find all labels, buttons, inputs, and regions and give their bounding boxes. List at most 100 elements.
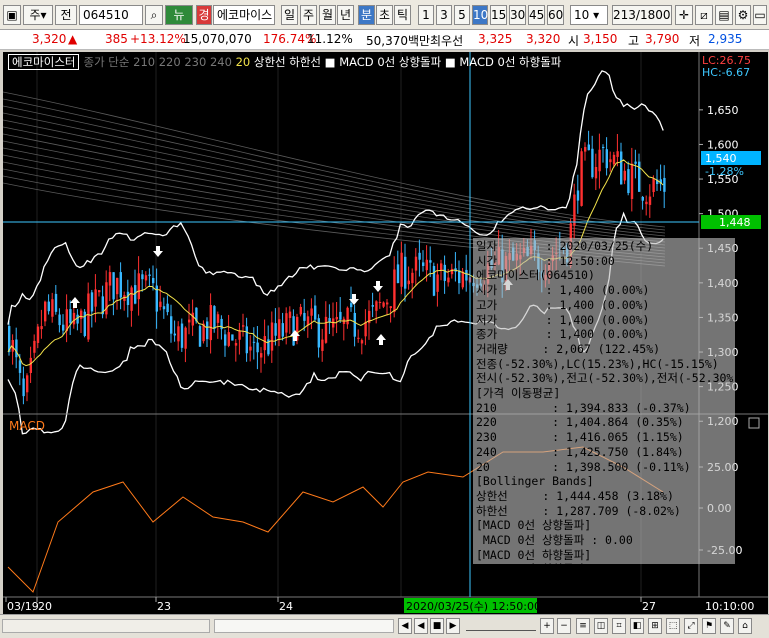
hc-label: HC:-6.67 bbox=[702, 66, 750, 79]
minute-tab[interactable]: 10 bbox=[472, 5, 488, 25]
tooltip-line: [MACD 0선 상향돌파] bbox=[476, 518, 592, 533]
tool-icon-9[interactable]: ✎ bbox=[720, 618, 734, 634]
candle-body bbox=[620, 151, 623, 185]
best-quote-label: 최우선 bbox=[430, 34, 464, 48]
candle-body bbox=[51, 299, 54, 317]
scroll-thumb[interactable] bbox=[214, 619, 394, 633]
candle-body bbox=[371, 305, 374, 307]
tool-icon-1[interactable]: ≡ bbox=[576, 618, 590, 634]
upper-band-label: 상한선 bbox=[253, 55, 286, 69]
zoom-in-icon[interactable]: + bbox=[540, 618, 554, 634]
chart-area[interactable]: 1,6501,6001,5501,5001,4501,4001,3501,300… bbox=[3, 52, 768, 614]
zoom-slider[interactable] bbox=[466, 621, 536, 631]
quote-bar: 3,320 ▲ 385 +13.12% 15,070,070 176.74% 1… bbox=[0, 30, 769, 50]
current-price: 3,320 bbox=[32, 32, 67, 46]
sell-arrow-icon bbox=[373, 281, 383, 292]
candle-body bbox=[360, 340, 364, 344]
candle-body bbox=[224, 334, 227, 346]
candle-body bbox=[288, 311, 292, 318]
candle-body bbox=[285, 313, 288, 333]
company-name-field[interactable]: 에코마이스 bbox=[213, 5, 275, 25]
change-amount: 385 bbox=[105, 32, 128, 46]
period-tab[interactable]: 일 bbox=[281, 5, 298, 25]
candle-body bbox=[303, 312, 306, 321]
period-tab[interactable]: 월 bbox=[319, 5, 336, 25]
first-page-icon[interactable]: ◀ bbox=[398, 618, 412, 634]
stock-name-label[interactable]: 에코마이스터 bbox=[8, 54, 80, 70]
minute-tab[interactable]: 30 bbox=[509, 5, 526, 25]
tool-icon-10[interactable]: ⌂ bbox=[738, 618, 752, 634]
range-field[interactable]: 213/1800 bbox=[612, 5, 672, 25]
tool-icon-8[interactable]: ⚑ bbox=[702, 618, 716, 634]
candle-body bbox=[148, 274, 151, 276]
best-ask: 3,325 bbox=[478, 32, 513, 46]
candle-body bbox=[76, 314, 79, 324]
candle-body bbox=[638, 161, 641, 192]
minute-tab[interactable]: 15 bbox=[490, 5, 507, 25]
candle-body bbox=[227, 332, 230, 346]
pattern-icon[interactable]: ⧄ bbox=[695, 5, 713, 25]
zoom-out-icon[interactable]: − bbox=[557, 618, 571, 634]
time-label: 10:10:00 bbox=[705, 600, 754, 613]
macd-title: MACD bbox=[9, 419, 45, 433]
period-tab[interactable]: 틱 bbox=[394, 5, 411, 25]
candle-body bbox=[209, 305, 212, 341]
candle-body bbox=[249, 346, 252, 351]
minute-tab[interactable]: 45 bbox=[528, 5, 545, 25]
minute-tab[interactable]: 5 bbox=[454, 5, 470, 25]
period-tab[interactable]: 초 bbox=[376, 5, 393, 25]
tooltip-line: 20 : 1,398.500 (-0.11%) bbox=[476, 459, 691, 474]
tool-icon-5[interactable]: ⊞ bbox=[648, 618, 662, 634]
candle-body bbox=[411, 272, 414, 284]
range-value: 213 bbox=[613, 8, 636, 22]
tool-icon-6[interactable]: ⬚ bbox=[666, 618, 680, 634]
gear-icon[interactable]: ⚙ bbox=[735, 5, 751, 25]
window-icon[interactable]: ▭ bbox=[753, 5, 767, 25]
candle-body bbox=[198, 326, 202, 347]
tooltip-line: 210 : 1,394.833 (-0.37%) bbox=[476, 400, 691, 415]
scroll-track[interactable] bbox=[2, 619, 210, 633]
tooltip-line: 시간 : 12:50:00 bbox=[476, 253, 615, 268]
prev-icon[interactable]: ◀ bbox=[414, 618, 428, 634]
tool-icon-3[interactable]: ⌗ bbox=[612, 618, 626, 634]
macd-panel-toggle[interactable] bbox=[748, 417, 760, 429]
candle-body bbox=[44, 301, 47, 322]
market-select[interactable]: 주▾ bbox=[23, 5, 53, 25]
candle-body bbox=[400, 252, 403, 287]
crosshair-icon[interactable]: ✛ bbox=[675, 5, 693, 25]
minute-tab[interactable]: 60 bbox=[547, 5, 564, 25]
tool-icon-4[interactable]: ◧ bbox=[630, 618, 644, 634]
minute-tab[interactable]: 1 bbox=[418, 5, 434, 25]
ma20-label: 20 bbox=[235, 55, 251, 69]
save-icon[interactable]: ▤ bbox=[715, 5, 733, 25]
period-tab[interactable]: 주 bbox=[300, 5, 317, 25]
news-button[interactable]: 뉴 bbox=[165, 5, 193, 25]
candle-body bbox=[378, 301, 382, 303]
tool-icon-2[interactable]: ◫ bbox=[594, 618, 608, 634]
candle-body bbox=[375, 301, 378, 311]
layout-icon[interactable]: ▣ bbox=[3, 5, 21, 25]
interval-select[interactable]: 10 ▾ bbox=[570, 5, 608, 25]
tooltip-line: 일자 : 2020/03/25(수) bbox=[476, 239, 654, 253]
candle-body bbox=[58, 314, 61, 326]
candle-body bbox=[126, 291, 130, 306]
search-icon[interactable]: ⌕ bbox=[145, 5, 163, 25]
candle-body bbox=[69, 309, 72, 324]
period-tab[interactable]: 분 bbox=[358, 5, 375, 25]
company-badge: 경 bbox=[196, 5, 212, 25]
best-bid: 3,320 bbox=[526, 32, 561, 46]
stock-code-input[interactable]: 064510 bbox=[79, 5, 143, 25]
kind-button[interactable]: 전 bbox=[55, 5, 77, 25]
candle-body bbox=[432, 266, 436, 296]
stop-icon[interactable]: ■ bbox=[430, 618, 444, 634]
minute-tab[interactable]: 3 bbox=[436, 5, 452, 25]
period-tab[interactable]: 년 bbox=[337, 5, 354, 25]
next-icon[interactable]: ▶ bbox=[446, 618, 460, 634]
candle-body bbox=[130, 287, 133, 311]
signal-arrows bbox=[70, 246, 513, 345]
candle-body bbox=[573, 194, 576, 226]
tool-icon-7[interactable]: ⤢ bbox=[684, 618, 698, 634]
candle-body bbox=[36, 326, 40, 343]
candle-body bbox=[641, 196, 644, 201]
candle-body bbox=[281, 323, 284, 337]
